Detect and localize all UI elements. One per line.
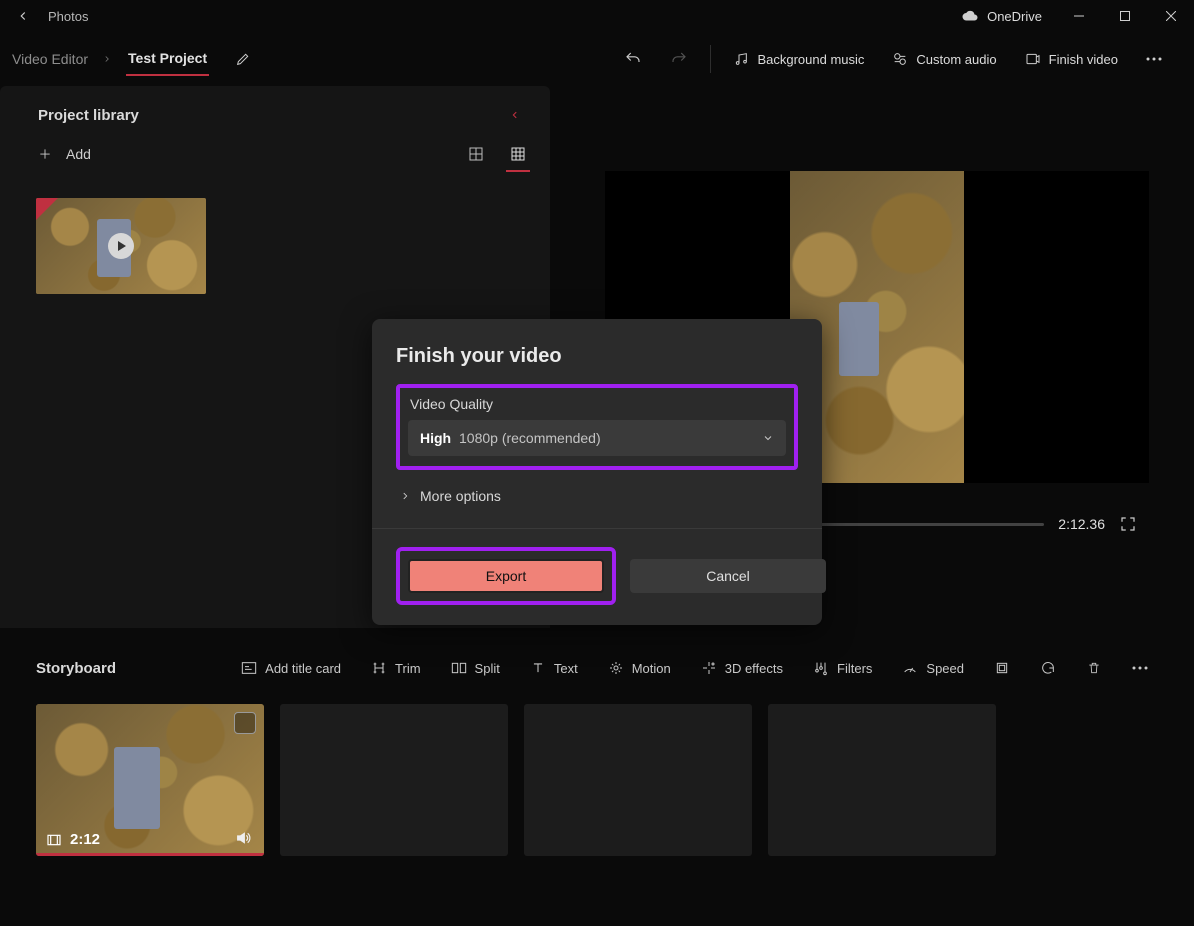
dialog-title: Finish your video: [396, 345, 798, 368]
video-quality-select[interactable]: High 1080p (recommended): [408, 420, 786, 456]
video-quality-label: Video Quality: [410, 396, 784, 412]
modal-overlay: Finish your video Video Quality High 108…: [0, 0, 1194, 926]
cancel-button[interactable]: Cancel: [630, 559, 826, 593]
highlight-annotation: Export: [396, 547, 616, 605]
quality-detail: 1080p (recommended): [459, 430, 601, 446]
quality-strong: High: [420, 430, 451, 446]
chevron-down-icon: [762, 432, 774, 444]
chevron-right-icon: [400, 490, 410, 502]
more-options-toggle[interactable]: More options: [400, 488, 794, 504]
finish-video-dialog: Finish your video Video Quality High 108…: [372, 319, 822, 625]
export-button[interactable]: Export: [408, 559, 604, 593]
highlight-annotation: Video Quality High 1080p (recommended): [396, 384, 798, 470]
more-options-label: More options: [420, 488, 501, 504]
